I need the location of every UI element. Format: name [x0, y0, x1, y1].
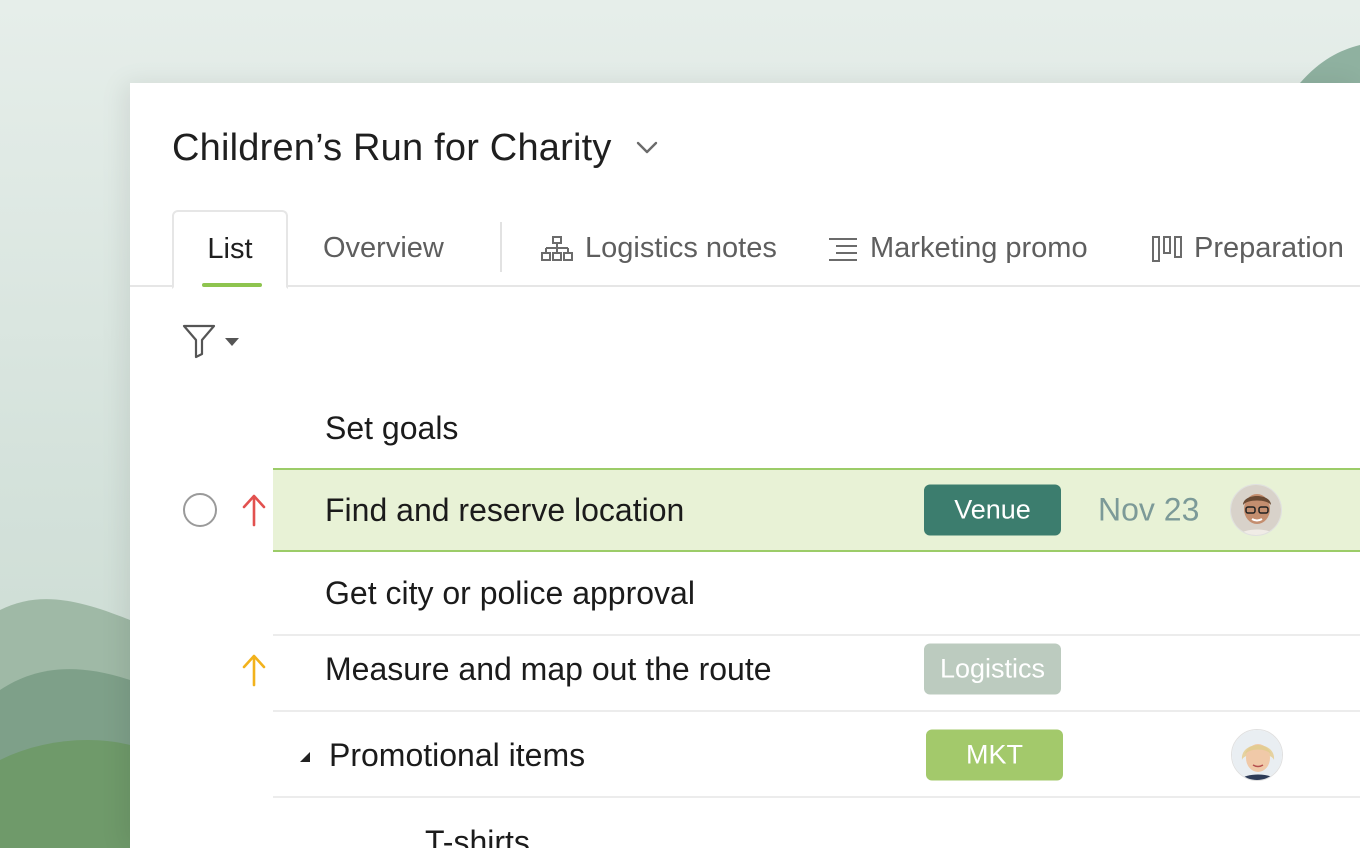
tab-marketing-promo[interactable]: Marketing promo — [828, 210, 1088, 287]
tab-label: Preparation — [1194, 232, 1344, 264]
task-name: Set goals — [325, 409, 459, 446]
complete-checkbox[interactable] — [183, 493, 217, 527]
project-title: Children’s Run for Charity — [172, 126, 612, 169]
task-row[interactable]: Get city or police approval — [273, 552, 1360, 636]
avatar[interactable] — [1230, 484, 1282, 536]
task-row-parent[interactable]: Promotional items MKT — [273, 714, 1360, 798]
tab-label: Marketing promo — [870, 232, 1088, 264]
tab-label: List — [207, 233, 253, 265]
tag-mkt[interactable]: MKT — [926, 729, 1063, 781]
task-name: T-shirts — [425, 823, 530, 848]
hierarchy-icon — [541, 235, 573, 263]
tab-divider — [500, 222, 502, 272]
task-name: Promotional items — [329, 736, 586, 773]
filter-icon — [182, 323, 216, 364]
task-row-selected[interactable]: Find and reserve location Venue Nov 23 — [273, 468, 1360, 552]
task-name: Measure and map out the route — [325, 650, 772, 687]
tab-logistics-notes[interactable]: Logistics notes — [541, 210, 777, 287]
view-tabs: List Overview Logistics notes Marketing … — [130, 210, 1360, 289]
priority-medium-icon[interactable] — [240, 653, 268, 687]
project-panel: Children’s Run for Charity List Overview — [130, 83, 1360, 848]
avatar[interactable] — [1231, 729, 1283, 781]
tab-list[interactable]: List — [172, 210, 288, 289]
tab-preparation[interactable]: Preparation — [1152, 210, 1344, 287]
task-row[interactable]: Set goals — [273, 386, 1360, 470]
text-lines-icon — [828, 236, 858, 262]
project-header: Children’s Run for Charity — [172, 123, 658, 173]
subtask-row[interactable]: T-shirts — [273, 800, 1360, 848]
task-row[interactable]: Measure and map out the route Logistics — [273, 628, 1360, 712]
board-columns-icon — [1152, 235, 1182, 263]
tag-logistics[interactable]: Logistics — [924, 643, 1061, 695]
priority-high-icon[interactable] — [240, 493, 268, 527]
filter-button[interactable] — [182, 323, 246, 363]
due-date[interactable]: Nov 23 — [1098, 492, 1199, 529]
tab-label: Logistics notes — [585, 232, 777, 264]
chevron-down-icon[interactable] — [636, 137, 658, 159]
tag-venue[interactable]: Venue — [924, 484, 1061, 536]
tab-overview[interactable]: Overview — [323, 210, 444, 287]
task-name: Get city or police approval — [325, 574, 695, 611]
caret-down-icon — [224, 334, 240, 352]
collapse-caret-icon[interactable] — [298, 750, 312, 764]
tab-label: Overview — [323, 232, 444, 264]
active-tab-indicator — [202, 283, 262, 287]
task-name: Find and reserve location — [325, 491, 685, 528]
